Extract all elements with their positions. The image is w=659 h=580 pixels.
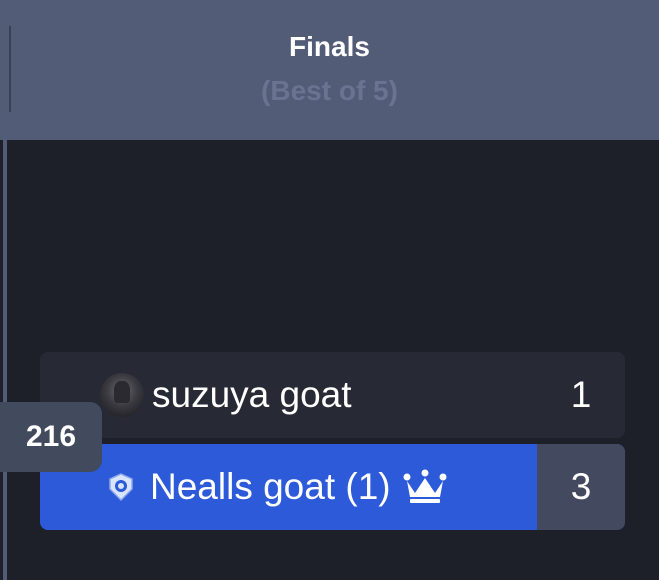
- bracket-connector-line: [3, 140, 7, 580]
- player-2: Nealls goat (1): [100, 444, 447, 530]
- club-badge-icon: [109, 473, 133, 502]
- player-avatar: [100, 373, 144, 417]
- player-name: suzuya goat: [152, 374, 352, 415]
- match-number-badge: 216: [0, 402, 102, 472]
- crown-icon: [403, 469, 447, 503]
- round-format: (Best of 5): [261, 75, 398, 106]
- match-slot-player-2[interactable]: Nealls goat (1) 3: [40, 444, 625, 530]
- match-card[interactable]: suzuya goat 1 Nealls goat (1) 3: [40, 352, 625, 530]
- player-score: 1: [537, 352, 625, 438]
- player-name: Nealls goat (1): [150, 466, 391, 507]
- player-1: suzuya goat: [100, 352, 352, 438]
- player-score: 3: [537, 444, 625, 530]
- match-slot-player-1[interactable]: suzuya goat 1: [40, 352, 625, 438]
- round-title: Finals: [289, 31, 370, 62]
- round-header: Finals (Best of 5): [0, 0, 659, 140]
